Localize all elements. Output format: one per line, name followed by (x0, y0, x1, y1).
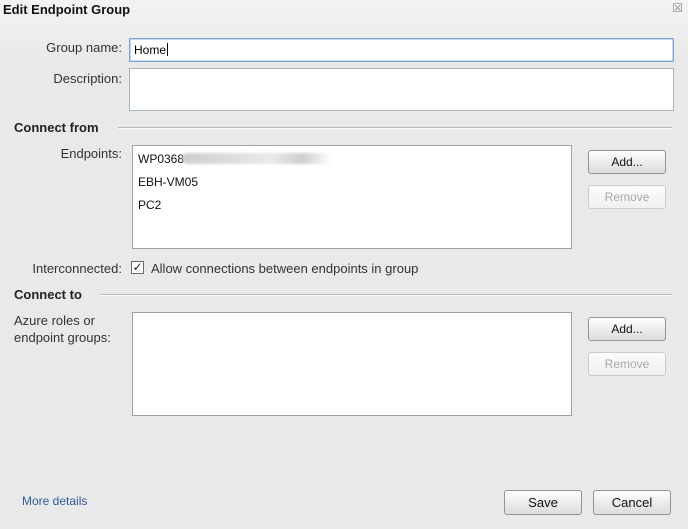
dialog-title: Edit Endpoint Group (3, 2, 131, 17)
more-details-link[interactable]: More details (22, 494, 87, 508)
azure-roles-label-line2: endpoint groups: (14, 330, 111, 345)
save-button[interactable]: Save (504, 490, 582, 515)
redacted-text (182, 153, 333, 164)
connect-to-divider (100, 294, 672, 296)
endpoints-list[interactable]: WP0368 EBH-VM05 PC2 (132, 145, 572, 249)
azure-roles-label-line1: Azure roles or (14, 313, 95, 328)
interconnected-text: Allow connections between endpoints in g… (151, 261, 419, 276)
description-label: Description: (53, 71, 122, 86)
interconnected-checkbox[interactable]: ✓ (131, 261, 144, 274)
endpoints-remove-button[interactable]: Remove (588, 185, 666, 209)
list-item[interactable]: PC2 (138, 198, 161, 212)
close-icon[interactable]: ☒ (672, 1, 683, 15)
endpoints-add-button[interactable]: Add... (588, 150, 666, 174)
text-caret (167, 43, 169, 56)
group-name-value: Home (134, 43, 167, 57)
description-input[interactable] (129, 68, 674, 111)
list-item[interactable]: WP0368 (138, 152, 333, 166)
checkmark-icon: ✓ (132, 260, 143, 274)
interconnected-label: Interconnected: (32, 261, 122, 276)
connect-from-divider (118, 127, 672, 129)
connect-to-heading: Connect to (14, 287, 82, 302)
connect-from-heading: Connect from (14, 120, 99, 135)
group-name-label: Group name: (46, 40, 122, 55)
edit-endpoint-group-dialog: Edit Endpoint Group ☒ Group name: Home D… (0, 0, 688, 529)
connect-to-add-button[interactable]: Add... (588, 317, 666, 341)
connect-to-list[interactable] (132, 312, 572, 416)
cancel-button[interactable]: Cancel (593, 490, 671, 515)
connect-to-remove-button[interactable]: Remove (588, 352, 666, 376)
list-item[interactable]: EBH-VM05 (138, 175, 198, 189)
group-name-input[interactable]: Home (129, 38, 674, 62)
endpoints-label: Endpoints: (60, 146, 122, 161)
